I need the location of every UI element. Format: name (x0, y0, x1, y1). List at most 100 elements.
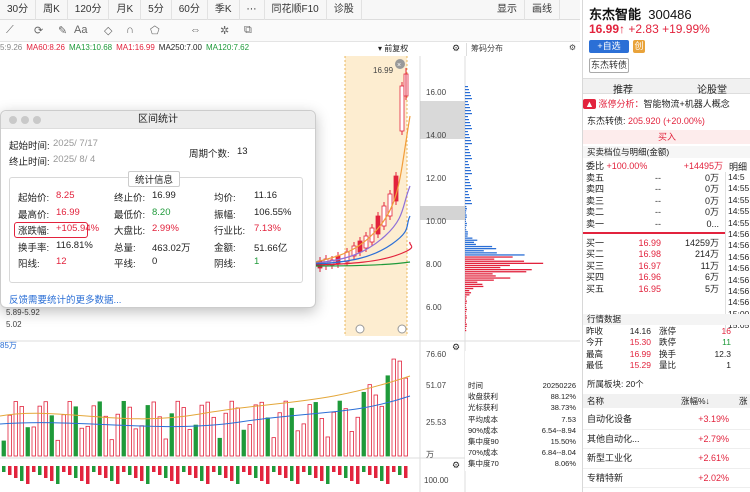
macd-bar (182, 466, 186, 472)
chip-bar (465, 254, 525, 256)
end-time-value[interactable]: 2025/ 8/ 4 (53, 154, 95, 165)
shape-icon[interactable]: ⬠ (150, 24, 160, 37)
macd-bar (362, 466, 366, 472)
text-tool-icon[interactable]: Aa (74, 24, 87, 36)
move-icon[interactable]: ⇔ (190, 24, 201, 36)
buy-level[interactable]: 买二 16.98 214万 (583, 249, 725, 260)
fq-dropdown[interactable]: ▾ 前复权 (378, 43, 408, 54)
macd-bar (38, 466, 42, 475)
line-tool-icon[interactable]: ⟋ (6, 24, 14, 37)
stat-label: 起始价: (18, 193, 50, 204)
stat-label: 最高价: (18, 209, 50, 221)
toolbar-item[interactable]: 120分 (68, 0, 110, 20)
display-button[interactable]: 显示 (490, 0, 525, 20)
chip-bar (465, 327, 466, 330)
macd-top-label: 100.00 (424, 476, 449, 485)
chip-bar (465, 275, 496, 277)
macd-bar (104, 466, 108, 478)
tab-forum[interactable]: 论股堂 (697, 81, 727, 96)
toolbar-item[interactable]: 同花顺F10 (265, 0, 327, 20)
sector-row[interactable]: 新型工业化 +2.61% (583, 449, 750, 469)
toolbar-item[interactable]: 60分 (172, 0, 208, 20)
buy-tab[interactable]: 买入 (583, 130, 750, 144)
minimize-dot-icon[interactable] (21, 116, 29, 124)
loop-icon[interactable]: ⟳ (34, 24, 43, 37)
toolbar-item[interactable]: 季K (208, 0, 240, 20)
macd-bar (68, 466, 72, 475)
chip-bar (465, 306, 467, 309)
toolbar-item[interactable]: 诊股 (327, 0, 362, 20)
create-icon[interactable]: 创 (633, 40, 645, 53)
start-time-value[interactable]: 2025/ 7/17 (53, 138, 98, 149)
buy-level[interactable]: 买一 16.99 14259万 (583, 238, 725, 249)
toolbar-item[interactable]: 5分 (141, 0, 172, 20)
buy-level[interactable]: 买五 16.95 5万 (583, 284, 725, 295)
chip-bar (465, 216, 467, 218)
chip-bar (465, 321, 466, 323)
toolbar-item[interactable]: 30分 (0, 0, 37, 20)
volume-bar (79, 427, 84, 457)
magnet-icon[interactable]: ∩ (126, 24, 134, 36)
close-dot-icon[interactable] (9, 116, 17, 124)
chip-bar (465, 161, 468, 163)
sell-level[interactable]: 卖四 -- 0万 (583, 184, 725, 195)
volume-bar (277, 412, 282, 457)
toolbar-item[interactable]: 月K (109, 0, 142, 20)
chip-bar (465, 237, 473, 239)
pen-icon[interactable]: ✎ (58, 24, 67, 37)
period-count-label: 周期个数: (189, 149, 230, 160)
chip-bar (465, 269, 532, 271)
bond-row: 东杰转债: 205.920 (+20.00%) (587, 116, 705, 126)
drawing-toolbar: ⟋ ⟳ ✎ Aa ◇ ∩ ⬠ ⇔ ✲ ⧉ (0, 20, 580, 42)
stat-label: 阳线: (18, 259, 40, 270)
stat-label: 金额: (214, 242, 236, 254)
volume-bar (97, 401, 102, 457)
sell-level[interactable]: 卖二 -- 0万 (583, 207, 725, 218)
layers-icon[interactable]: ⧉ (244, 24, 252, 37)
sell-level[interactable]: 卖三 -- 0万 (583, 196, 725, 207)
macd-bar (236, 466, 240, 484)
stat-value: 51.66亿 (254, 242, 288, 254)
gear-icon[interactable]: ⚙ (452, 460, 460, 471)
volume-bar (343, 408, 348, 457)
chip-bar (465, 170, 471, 172)
chip-bar (465, 294, 470, 296)
add-watchlist-button[interactable]: +自选 (589, 40, 629, 53)
macd-bar (284, 466, 288, 478)
volume-bar (265, 417, 270, 457)
sell-level[interactable]: 卖一 -- 0... (583, 219, 725, 230)
gear-icon[interactable]: ⚙ (452, 43, 460, 54)
volume-bar (7, 414, 12, 457)
price-tick: 10.00 (426, 217, 447, 226)
volume-bar (391, 358, 396, 457)
sector-row[interactable]: 自动化设备 +3.19% (583, 410, 750, 430)
chip-bar (465, 212, 466, 214)
eraser-icon[interactable]: ◇ (104, 24, 112, 37)
zoom-dot-icon[interactable] (33, 116, 41, 124)
settings-icon[interactable]: ✲ (220, 24, 229, 37)
sector-row[interactable]: 专精特新 +2.02% (583, 469, 750, 488)
sell-level[interactable]: 卖五 -- 0万 (583, 173, 725, 184)
draw-line-button[interactable]: 画线 (525, 0, 560, 20)
tick-time: 14:56 (728, 251, 750, 262)
buy-level[interactable]: 买三 16.97 11万 (583, 261, 725, 272)
stats-info-button[interactable]: 统计信息 (128, 171, 181, 187)
gear-icon[interactable]: ⚙ (452, 342, 460, 353)
macd-bar (2, 466, 6, 472)
gear-icon[interactable]: ⚙ (569, 43, 576, 52)
sector-row[interactable]: 其他自动化... +2.79% (583, 430, 750, 449)
high-price-label: 16.99 (373, 66, 394, 75)
ma-legend: 5:9.26 MA60:8.26 MA13:10.68 MA1:16.99 MA250:… (0, 43, 253, 56)
tab-recommend[interactable]: 推荐 (613, 81, 633, 96)
feedback-link[interactable]: 反馈需要统计的更多数据... (9, 292, 121, 306)
chip-bar (465, 110, 471, 112)
chip-bar (465, 231, 468, 233)
toolbar-item[interactable]: ⋯ (240, 0, 265, 20)
chip-bar (465, 315, 467, 317)
chip-bar (465, 290, 470, 292)
toolbar-item[interactable]: 周K (36, 0, 68, 20)
chip-stat-row: 时间 20250226 (468, 381, 576, 390)
convertible-bond-button[interactable]: 东杰转债 (589, 58, 629, 73)
volume-bar (127, 406, 132, 457)
buy-level[interactable]: 买四 16.96 6万 (583, 272, 725, 283)
